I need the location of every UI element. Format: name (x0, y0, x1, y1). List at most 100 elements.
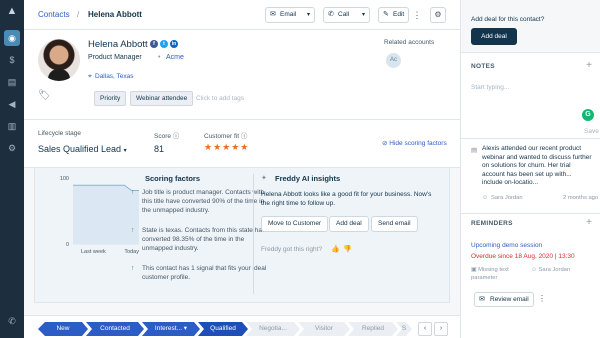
score-value: 81 (154, 144, 165, 154)
add-reminder-icon[interactable]: + (586, 217, 592, 228)
hide-scoring-factors-link[interactable]: ⊘ Hide scoring factors (382, 139, 447, 147)
contact-name: Helena Abbott (88, 39, 148, 50)
chevron-left-icon[interactable]: ‹ (418, 322, 432, 336)
ai-insights-title: Freddy AI insights (275, 174, 341, 183)
note-input[interactable]: Start typing... (471, 84, 509, 91)
info-icon[interactable]: ⓘ (241, 133, 248, 140)
pipeline-stage-new[interactable]: New (38, 322, 88, 336)
customer-fit-stars: ★★★★★ (204, 142, 250, 152)
grammar-assistant-icon[interactable]: G (582, 109, 594, 121)
phone-icon[interactable]: ✆ (4, 313, 20, 329)
avatar (38, 39, 80, 81)
edit-button[interactable]: ✎ Edit (378, 7, 409, 23)
contact-profile-card: 🏷 Helena Abbott f t in Product Manager •… (24, 30, 460, 120)
bell-icon: ▣ (471, 267, 477, 273)
chevron-right-icon[interactable]: › (434, 322, 448, 336)
save-note-button[interactable]: Save (584, 128, 599, 135)
add-deal-question: Add deal for this contact? (471, 16, 545, 23)
pipeline-stage-visitor[interactable]: Visitor (298, 322, 350, 336)
breadcrumb-separator: / (77, 10, 80, 19)
scoring-factors-title: Scoring factors (145, 174, 201, 183)
deals-icon[interactable]: $ (4, 52, 20, 68)
chevron-down-icon[interactable]: ▾ (307, 8, 310, 22)
reminder-title[interactable]: Upcoming demo session (471, 242, 542, 249)
related-accounts-title: Related accounts (384, 39, 435, 46)
email-button-label: Email (280, 11, 297, 18)
chevron-down-icon: ▾ (123, 148, 127, 154)
add-deal-button[interactable]: Add deal (471, 28, 517, 45)
ai-feedback-question: Freddy got this right? (261, 246, 323, 253)
pipeline-stage-negotiation[interactable]: Negotia... (246, 322, 300, 336)
eye-off-icon: ⊘ (382, 140, 388, 147)
add-note-icon[interactable]: + (586, 60, 592, 71)
chevron-down-icon[interactable]: ▾ (362, 8, 365, 22)
location-link[interactable]: Dallas, Texas (95, 73, 134, 80)
add-deal-prompt: Add deal for this contact? Add deal (461, 0, 600, 53)
reminders-divider (461, 213, 600, 214)
email-icon: ✉ (479, 296, 485, 303)
arrow-up-icon: ↑ (131, 227, 135, 234)
y-tick-label: 0 (66, 242, 69, 248)
edit-button-label: Edit (393, 11, 405, 18)
note-text: Alexis attended our recent product webin… (482, 145, 592, 187)
tag-chip[interactable]: Webinar attendee (130, 91, 194, 106)
related-account-avatar[interactable]: Ac (386, 53, 401, 68)
email-icon: ✉ (270, 11, 276, 18)
separator-dot: • (158, 54, 161, 61)
more-options-icon[interactable]: ⋮ (411, 7, 423, 23)
conversations-icon[interactable]: ▤ (4, 74, 20, 90)
gear-icon[interactable]: ⚙ (430, 7, 446, 23)
lifecycle-pipeline: New Contacted Interest... ▾ Qualified Ne… (24, 315, 460, 338)
contacts-icon[interactable]: ◉ (4, 30, 20, 46)
header-bar: Contacts / Helena Abbott ✉ Email ▾ ✆ Cal… (24, 0, 460, 30)
score-label: Score ⓘ (154, 133, 180, 140)
call-icon: ✆ (328, 11, 334, 18)
call-button[interactable]: ✆ Call ▾ (323, 7, 370, 23)
review-email-button[interactable]: ✉ Review email (474, 292, 534, 307)
ai-add-deal-button[interactable]: Add deal (329, 216, 369, 232)
x-tick-label: Last week (81, 249, 106, 255)
info-icon[interactable]: ⓘ (173, 133, 180, 140)
pipeline-stage-qualified[interactable]: Qualified (198, 322, 248, 336)
note-icon: ▤ (471, 147, 478, 154)
note-timestamp: 2 months ago (563, 195, 599, 201)
ai-insight-message: Helena Abbott looks like a good fit for … (261, 191, 432, 207)
pipeline-stage-next[interactable]: S (396, 322, 412, 336)
facebook-icon[interactable]: f (150, 40, 158, 48)
send-email-button[interactable]: Send email (371, 216, 418, 232)
add-tags-input[interactable]: Click to add tags (196, 95, 244, 102)
twitter-icon[interactable]: t (160, 40, 168, 48)
pipeline-stage-contacted[interactable]: Contacted (86, 322, 144, 336)
thumbs-down-icon[interactable]: 👎 (343, 245, 352, 253)
score-area (73, 185, 139, 244)
more-options-icon[interactable]: ⋮ (538, 294, 546, 303)
location-pin-icon: ⌖ (88, 73, 92, 80)
pipeline-stage-replied[interactable]: Replied (348, 322, 398, 336)
y-tick-label: 100 (60, 176, 69, 182)
lifecycle-stage-dropdown[interactable]: Sales Qualified Lead ▾ (38, 144, 127, 154)
settings-icon[interactable]: ⚙ (4, 140, 20, 156)
reminder-param: ▣ Missing text parameter (471, 267, 509, 281)
reminder-owner: ☺ Sara Jordan (531, 267, 571, 273)
campaigns-icon[interactable]: ◀ (4, 96, 20, 112)
notes-title: NOTES (471, 63, 495, 70)
tag-chip[interactable]: Priority (94, 91, 127, 106)
company-link[interactable]: Acme (166, 54, 184, 61)
reports-icon[interactable]: ▥ (4, 118, 20, 134)
scoring-factors-panel: 100 0 Last week Today Scoring factors ↑ Job… (34, 168, 450, 303)
reminder-due: Overdue since 18 Aug, 2020 | 13:30 (471, 253, 575, 260)
note-author: Sara Jordan (491, 195, 523, 201)
move-to-customer-button[interactable]: Move to Customer (261, 216, 329, 232)
breadcrumb-contacts[interactable]: Contacts (38, 10, 70, 19)
email-button[interactable]: ✉ Email ▾ (265, 7, 315, 23)
pipeline-stage-interest[interactable]: Interest... ▾ (142, 322, 200, 336)
linkedin-icon[interactable]: in (170, 40, 178, 48)
customer-fit-label: Customer fit ⓘ (204, 133, 248, 140)
thumbs-up-icon[interactable]: 👍 (331, 245, 340, 253)
tag-icon[interactable]: 🏷 (38, 90, 51, 101)
reminders-title: REMINDERS (471, 220, 513, 227)
notes-divider (461, 138, 600, 139)
edit-icon: ✎ (383, 11, 389, 18)
app-logo-icon[interactable]: ▲ (5, 5, 19, 17)
scoring-summary: Lifecycle stage Sales Qualified Lead ▾ S… (24, 120, 460, 168)
